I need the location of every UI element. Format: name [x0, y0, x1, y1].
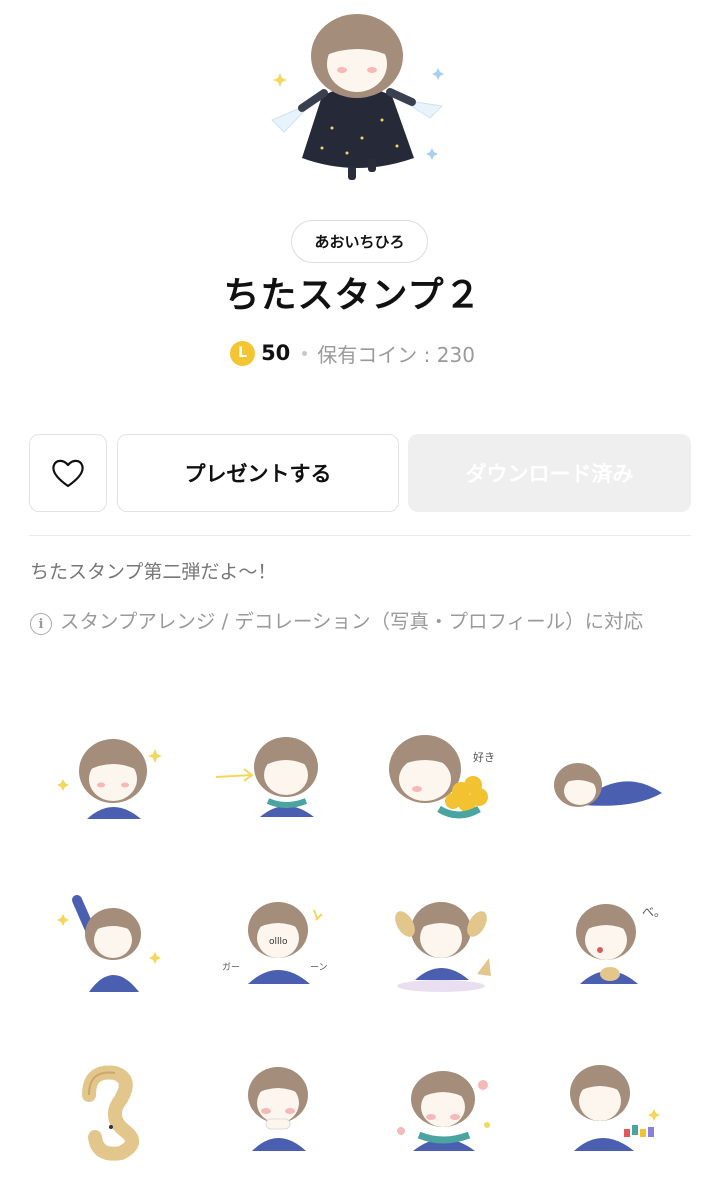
- author-name: あおいちひろ: [314, 233, 405, 251]
- download-button[interactable]: ダウンロード済み: [408, 434, 691, 512]
- stamp-flowers: 好き: [388, 734, 495, 818]
- heart-icon: [52, 459, 84, 488]
- stamp-shy: [247, 1066, 308, 1151]
- stamp-item[interactable]: olllo ガー ーン: [195, 855, 360, 1020]
- coin-balance: 保有コイン : 230: [317, 342, 475, 367]
- stamp-item[interactable]: 好き: [360, 690, 525, 855]
- stamp-nose-glasses: olllo ガー ーン: [222, 901, 328, 984]
- price-value: 50: [261, 341, 291, 365]
- arrange-note-text: スタンプアレンジ / デコレーション（写真・プロフィール）に対応: [60, 610, 644, 633]
- stamp-blossom: [396, 1070, 490, 1151]
- stamp-item[interactable]: [30, 1020, 195, 1185]
- stamp-arrow: [215, 736, 318, 817]
- author-chip[interactable]: あおいちひろ: [291, 220, 428, 263]
- svg-text:ーン: ーン: [310, 963, 328, 973]
- stamp-item[interactable]: [195, 690, 360, 855]
- stamp-item[interactable]: [360, 855, 525, 1020]
- favorite-button[interactable]: [29, 434, 107, 512]
- sticker-title: ちたスタンプ２: [223, 275, 482, 316]
- svg-text:べ。: べ。: [642, 905, 666, 919]
- price-row: L 50 保有コイン : 230: [0, 336, 705, 370]
- stamp-item[interactable]: [525, 1020, 690, 1185]
- coin-icon: L: [230, 340, 256, 366]
- stamp-item[interactable]: [195, 1020, 360, 1185]
- sticker-hero-image: [271, 14, 444, 180]
- stamp-item[interactable]: [30, 690, 195, 855]
- svg-text:ガー: ガー: [222, 962, 240, 973]
- arrange-note: i スタンプアレンジ / デコレーション（写真・プロフィール）に対応: [30, 609, 695, 635]
- stamp-bouquet: [569, 1064, 660, 1151]
- stamp-grid: 好き olllo ガー ーン べ。: [30, 690, 690, 1185]
- stamp-dog-ears: [394, 901, 491, 992]
- stamp-item[interactable]: [360, 1020, 525, 1185]
- stamp-item[interactable]: [30, 855, 195, 1020]
- stamp-item[interactable]: べ。: [525, 855, 690, 1020]
- svg-text:olllo: olllo: [269, 937, 288, 947]
- stamp-lying-down: [553, 762, 662, 807]
- stamp-tongue: べ。: [575, 903, 666, 984]
- svg-text:好き: 好き: [473, 750, 495, 764]
- info-icon: i: [30, 613, 52, 635]
- description-text: ちたスタンプ第二弾だよ〜！: [30, 561, 277, 583]
- stamp-sparkle: [56, 738, 162, 819]
- separator-dot: [302, 350, 308, 356]
- stamp-item[interactable]: [525, 690, 690, 855]
- divider: [29, 535, 691, 536]
- gift-button[interactable]: プレゼントする: [117, 434, 399, 512]
- stamp-jump: [56, 894, 161, 992]
- stamp-curl: [81, 1064, 139, 1161]
